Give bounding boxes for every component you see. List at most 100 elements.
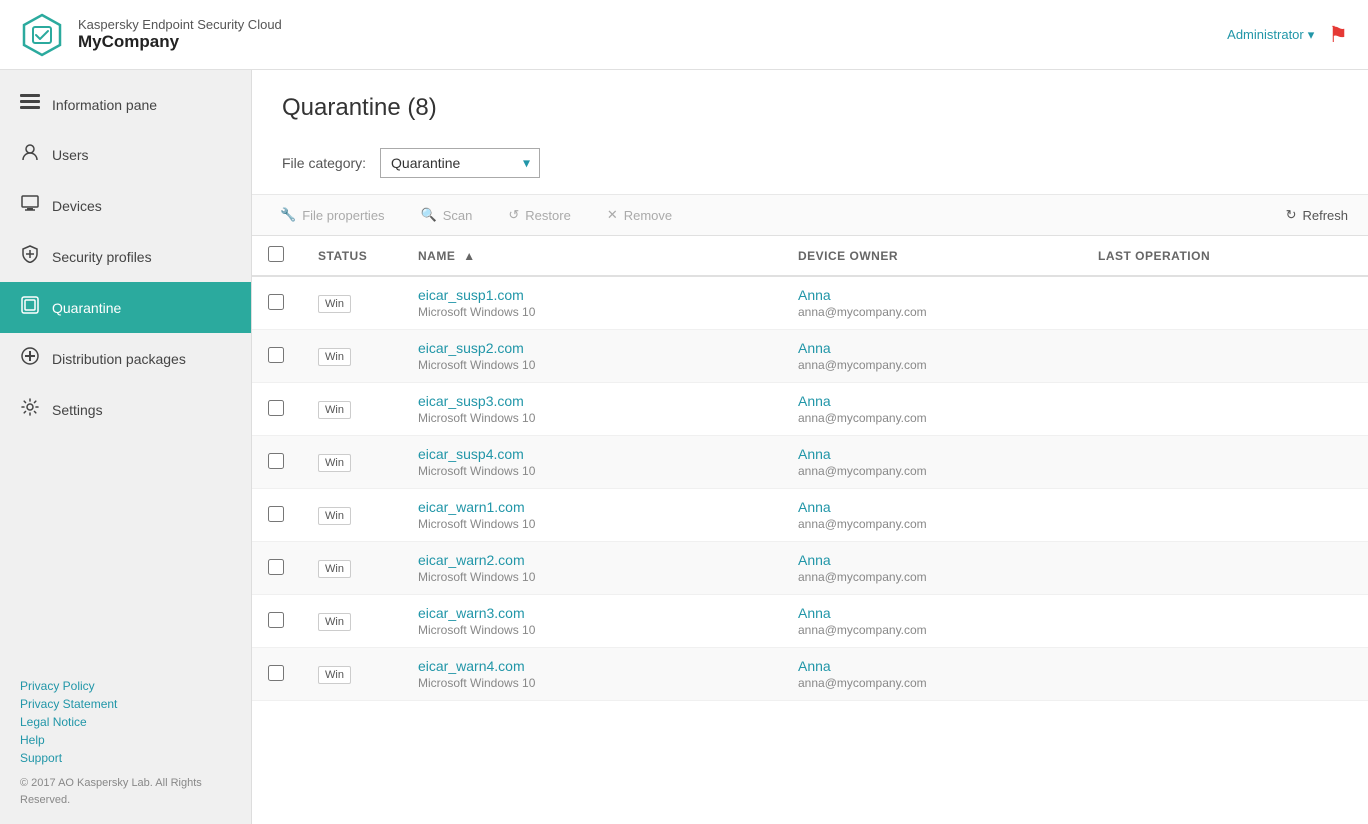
row-checkbox[interactable] bbox=[268, 559, 284, 575]
owner-name-link[interactable]: Anna bbox=[798, 605, 1066, 621]
row-status-cell: Win bbox=[302, 330, 402, 383]
footer-link-support[interactable]: Support bbox=[20, 751, 231, 765]
header-left: Kaspersky Endpoint Security Cloud MyComp… bbox=[20, 13, 282, 57]
owner-email: anna@mycompany.com bbox=[798, 411, 1066, 425]
row-checkbox[interactable] bbox=[268, 400, 284, 416]
row-check-cell bbox=[252, 276, 302, 330]
refresh-action[interactable]: ↻ Refresh bbox=[1286, 207, 1348, 223]
owner-name-link[interactable]: Anna bbox=[798, 287, 1066, 303]
filter-label: File category: bbox=[282, 155, 366, 171]
owner-name-link[interactable]: Anna bbox=[798, 340, 1066, 356]
footer-link-privacy-statement[interactable]: Privacy Statement bbox=[20, 697, 231, 711]
owner-name-link[interactable]: Anna bbox=[798, 393, 1066, 409]
page-title: Quarantine (8) bbox=[282, 94, 1338, 122]
row-lastop-cell bbox=[1082, 595, 1368, 648]
file-name-link[interactable]: eicar_susp4.com bbox=[418, 446, 766, 462]
row-checkbox[interactable] bbox=[268, 665, 284, 681]
file-name-link[interactable]: eicar_warn1.com bbox=[418, 499, 766, 515]
table-row: Win eicar_warn3.com Microsoft Windows 10… bbox=[252, 595, 1368, 648]
sidebar-nav: Information pane Users Devices Security … bbox=[0, 70, 251, 435]
sidebar-item-label: Devices bbox=[52, 198, 102, 214]
row-checkbox[interactable] bbox=[268, 612, 284, 628]
row-name-cell: eicar_warn2.com Microsoft Windows 10 bbox=[402, 542, 782, 595]
refresh-icon: ↻ bbox=[1286, 207, 1297, 223]
close-icon: ✕ bbox=[607, 207, 618, 223]
row-lastop-cell bbox=[1082, 648, 1368, 701]
row-name-cell: eicar_warn1.com Microsoft Windows 10 bbox=[402, 489, 782, 542]
file-name-link[interactable]: eicar_warn3.com bbox=[418, 605, 766, 621]
row-checkbox[interactable] bbox=[268, 294, 284, 310]
remove-action: ✕ Remove bbox=[599, 203, 680, 227]
table-row: Win eicar_warn1.com Microsoft Windows 10… bbox=[252, 489, 1368, 542]
file-category-select[interactable]: Quarantine Backup bbox=[380, 148, 540, 178]
row-check-cell bbox=[252, 330, 302, 383]
select-all-checkbox[interactable] bbox=[268, 246, 284, 262]
file-name-link[interactable]: eicar_susp2.com bbox=[418, 340, 766, 356]
layout: Information pane Users Devices Security … bbox=[0, 70, 1368, 824]
owner-name-link[interactable]: Anna bbox=[798, 552, 1066, 568]
row-lastop-cell bbox=[1082, 542, 1368, 595]
owner-email: anna@mycompany.com bbox=[798, 305, 1066, 319]
win-badge: Win bbox=[318, 507, 351, 525]
owner-name-link[interactable]: Anna bbox=[798, 658, 1066, 674]
main-header: Quarantine (8) bbox=[252, 70, 1368, 138]
toolbar: 🔧 File properties 🔍 Scan ↺ Restore ✕ Rem… bbox=[252, 195, 1368, 236]
row-check-cell bbox=[252, 489, 302, 542]
file-os: Microsoft Windows 10 bbox=[418, 464, 766, 478]
device-owner-column-header: Device owner bbox=[782, 236, 1082, 276]
sidebar-item-devices[interactable]: Devices bbox=[0, 180, 251, 231]
table-header: Status NAME ▲ Device owner Last operatio… bbox=[252, 236, 1368, 276]
admin-menu[interactable]: Administrator ▾ bbox=[1227, 27, 1314, 43]
footer-link-legal-notice[interactable]: Legal Notice bbox=[20, 715, 231, 729]
row-status-cell: Win bbox=[302, 648, 402, 701]
users-icon bbox=[20, 143, 40, 166]
sidebar-item-security-profiles[interactable]: Security profiles bbox=[0, 231, 251, 282]
name-column-header[interactable]: NAME ▲ bbox=[402, 236, 782, 276]
owner-email: anna@mycompany.com bbox=[798, 464, 1066, 478]
sidebar-item-users[interactable]: Users bbox=[0, 129, 251, 180]
row-check-cell bbox=[252, 542, 302, 595]
owner-name-link[interactable]: Anna bbox=[798, 446, 1066, 462]
flag-icon[interactable]: ⚑ bbox=[1328, 22, 1348, 48]
owner-email: anna@mycompany.com bbox=[798, 570, 1066, 584]
file-name-link[interactable]: eicar_susp3.com bbox=[418, 393, 766, 409]
settings-icon bbox=[20, 398, 40, 421]
file-name-link[interactable]: eicar_warn4.com bbox=[418, 658, 766, 674]
row-status-cell: Win bbox=[302, 595, 402, 648]
row-status-cell: Win bbox=[302, 489, 402, 542]
company-name: MyCompany bbox=[78, 32, 282, 52]
file-name-link[interactable]: eicar_susp1.com bbox=[418, 287, 766, 303]
row-check-cell bbox=[252, 648, 302, 701]
file-os: Microsoft Windows 10 bbox=[418, 623, 766, 637]
footer-link-privacy-policy[interactable]: Privacy Policy bbox=[20, 679, 231, 693]
win-badge: Win bbox=[318, 295, 351, 313]
win-badge: Win bbox=[318, 401, 351, 419]
header-title: Kaspersky Endpoint Security Cloud MyComp… bbox=[78, 17, 282, 52]
row-checkbox[interactable] bbox=[268, 506, 284, 522]
row-status-cell: Win bbox=[302, 542, 402, 595]
owner-name-link[interactable]: Anna bbox=[798, 499, 1066, 515]
row-checkbox[interactable] bbox=[268, 347, 284, 363]
owner-email: anna@mycompany.com bbox=[798, 676, 1066, 690]
restore-icon: ↺ bbox=[508, 207, 519, 223]
file-category-select-wrapper: Quarantine Backup bbox=[380, 148, 540, 178]
row-checkbox[interactable] bbox=[268, 453, 284, 469]
sidebar-item-settings[interactable]: Settings bbox=[0, 384, 251, 435]
file-os: Microsoft Windows 10 bbox=[418, 517, 766, 531]
file-os: Microsoft Windows 10 bbox=[418, 305, 766, 319]
file-os: Microsoft Windows 10 bbox=[418, 676, 766, 690]
file-os: Microsoft Windows 10 bbox=[418, 411, 766, 425]
sidebar-item-distribution-packages[interactable]: Distribution packages bbox=[0, 333, 251, 384]
devices-icon bbox=[20, 194, 40, 217]
row-owner-cell: Anna anna@mycompany.com bbox=[782, 436, 1082, 489]
row-check-cell bbox=[252, 383, 302, 436]
table-row: Win eicar_susp1.com Microsoft Windows 10… bbox=[252, 276, 1368, 330]
row-owner-cell: Anna anna@mycompany.com bbox=[782, 383, 1082, 436]
file-name-link[interactable]: eicar_warn2.com bbox=[418, 552, 766, 568]
sidebar-item-quarantine[interactable]: Quarantine bbox=[0, 282, 251, 333]
win-badge: Win bbox=[318, 348, 351, 366]
row-name-cell: eicar_susp4.com Microsoft Windows 10 bbox=[402, 436, 782, 489]
footer-link-help[interactable]: Help bbox=[20, 733, 231, 747]
sidebar-item-information-pane[interactable]: Information pane bbox=[0, 80, 251, 129]
sidebar-item-label: Settings bbox=[52, 402, 103, 418]
